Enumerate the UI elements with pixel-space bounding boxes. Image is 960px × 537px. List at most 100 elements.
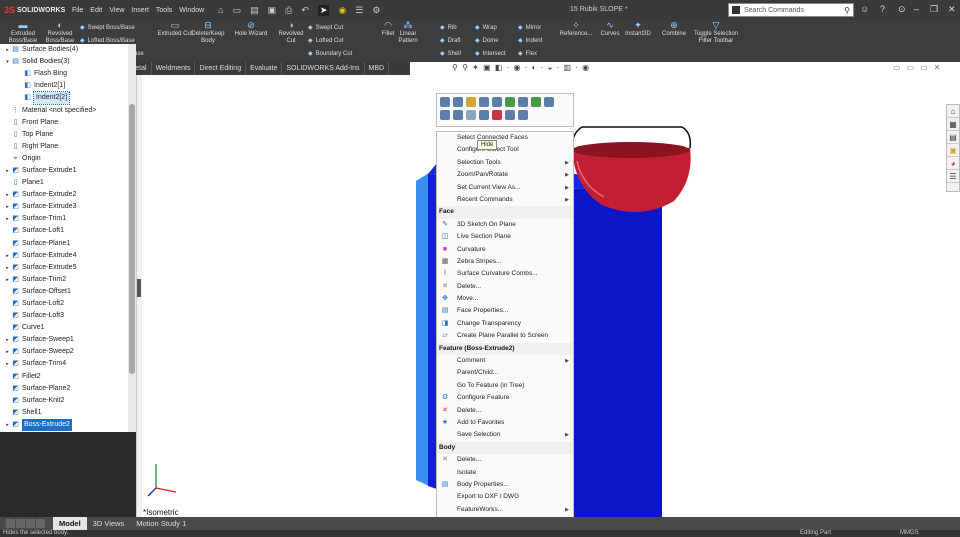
material-icon[interactable] <box>518 110 528 120</box>
context-menu-item[interactable]: Parent/Child... <box>437 367 573 379</box>
body-left-face[interactable] <box>416 173 429 486</box>
menu-insert[interactable]: Insert <box>131 7 149 14</box>
save-icon[interactable]: ▣ <box>268 5 277 16</box>
context-menu-item[interactable]: FeatureWorks... ▶ <box>437 504 573 516</box>
context-menu-item[interactable]: ◫ Live Section Plane <box>437 231 573 243</box>
menu-edit[interactable]: Edit <box>90 7 102 14</box>
search-commands[interactable]: Search Commands ⚲ <box>728 3 854 17</box>
ribbon-button-3[interactable]: ⊟ Delete/Keep Body <box>190 21 226 45</box>
ribbon-small-button-6[interactable]: ◆ Rib <box>440 24 457 31</box>
cm-tab-8[interactable]: MBD <box>365 62 390 75</box>
select-other-icon[interactable] <box>466 97 476 107</box>
context-menu-item[interactable]: ✕ Delete... <box>437 281 573 293</box>
open-icon[interactable]: ▤ <box>250 5 259 16</box>
tree-node[interactable]: ◩ Surface-Offset1 <box>0 286 128 298</box>
section-view-icon[interactable] <box>453 110 463 120</box>
tree-node[interactable]: ◩ Surface-Loft1 <box>0 225 128 237</box>
tree-expand-arrow[interactable]: ▸ <box>4 274 11 286</box>
menu-window[interactable]: Window <box>179 7 204 14</box>
view-orientation-icon[interactable] <box>544 97 554 107</box>
restore-icon[interactable]: ❐ <box>930 4 938 15</box>
tree-expand-arrow[interactable]: ▸ <box>4 346 11 358</box>
tree-node[interactable]: ▯ Front Plane <box>0 117 128 129</box>
options-icon[interactable]: ⚙ <box>372 5 380 16</box>
tree-node[interactable]: ◩ Surface-Loft3 <box>0 310 128 322</box>
context-menu-item[interactable]: ✕ Delete... <box>437 454 573 466</box>
tree-node[interactable]: ▸ ◩ Surface-Extrude1 <box>0 165 128 177</box>
tree-expand-arrow[interactable]: ▸ <box>4 419 11 431</box>
view-palette-icon[interactable]: ▣ <box>947 144 959 157</box>
normal-to-icon[interactable] <box>492 97 502 107</box>
tree-expand-arrow[interactable]: ▸ <box>4 250 11 262</box>
context-menu-item[interactable]: Save Selection ▶ <box>437 429 573 441</box>
tree-node[interactable]: ▯ Plane1 <box>0 177 128 189</box>
design-library-icon[interactable]: ▦ <box>947 118 959 131</box>
ribbon-button-7[interactable]: ⁂ Linear Pattern <box>390 21 426 45</box>
context-menu-item[interactable]: ▦ Zebra Stripes... <box>437 256 573 268</box>
tree-scroll-thumb[interactable] <box>129 104 135 374</box>
context-menu-item[interactable]: Select Connected Faces <box>437 132 573 144</box>
body-right-face[interactable] <box>570 185 662 535</box>
measure-icon[interactable] <box>492 110 502 120</box>
appearances-icon[interactable]: ◕ <box>947 157 959 170</box>
tab-prev-icon[interactable] <box>16 519 25 528</box>
menu-view[interactable]: View <box>109 7 124 14</box>
ribbon-button-4[interactable]: ⊘ Hole Wizard <box>233 21 269 38</box>
tree-node[interactable]: ▸ ◩ Surface-Trim4 <box>0 358 128 370</box>
tree-node[interactable]: ▸ ◩ Surface-Extrude2 <box>0 189 128 201</box>
tree-node[interactable]: ▸ ◩ Surface-Sweep1 <box>0 334 128 346</box>
select-icon[interactable]: ➤ <box>317 4 330 16</box>
undo-icon[interactable]: ↶ <box>301 5 309 16</box>
tree-node[interactable]: ◩ Surface-Plane1 <box>0 238 128 250</box>
tab-next-icon[interactable] <box>26 519 35 528</box>
zoom-selection-icon[interactable] <box>518 97 528 107</box>
tree-node[interactable]: ◩ Curve1 <box>0 322 128 334</box>
context-menu-item[interactable]: Recent Commands ▶ <box>437 194 573 206</box>
tree-scrollbar[interactable] <box>128 44 136 432</box>
ribbon-button-8[interactable]: ✧ Reference... <box>558 21 594 38</box>
close-icon[interactable]: ✕ <box>948 4 956 15</box>
tree-expand-arrow[interactable]: ▸ <box>4 165 11 177</box>
context-menu-item[interactable]: ✎ 3D Sketch On Plane <box>437 219 573 231</box>
print-icon[interactable]: ⎙ <box>285 5 292 16</box>
rebuild-icon[interactable]: ◉ <box>338 5 346 16</box>
file-properties-icon[interactable]: ☰ <box>355 5 363 16</box>
tree-node[interactable]: ▸ ◩ Boss-Extrude2 <box>0 418 128 431</box>
display-style-icon[interactable] <box>505 110 515 120</box>
custom-properties-icon[interactable]: ☰ <box>947 170 959 183</box>
solidworks-logo[interactable]: 3S SOLIDWORKS <box>0 5 65 15</box>
ribbon-button-11[interactable]: ⊕ Combine <box>656 21 692 38</box>
context-menu-item[interactable]: ◨ Change Transparency <box>437 318 573 330</box>
tree-node[interactable]: ◩ Surface-Plane2 <box>0 383 128 395</box>
tree-node[interactable]: ◧ Indent2[1] <box>0 80 128 92</box>
context-menu-item[interactable]: ⌇ Surface Curvature Combs... <box>437 268 573 280</box>
tree-expand-arrow[interactable]: ▾ <box>4 56 11 68</box>
edit-feature-icon[interactable] <box>440 97 450 107</box>
tree-expand-arrow[interactable]: ▸ <box>4 189 11 201</box>
ribbon-button-12[interactable]: ▽ Toggle Selection Filter Toolbar <box>690 21 742 45</box>
status-units[interactable]: MMGS <box>900 530 919 537</box>
tree-node[interactable]: ◩ Shell1 <box>0 407 128 419</box>
cm-tab-5[interactable]: Direct Editing <box>195 62 247 75</box>
tree-node[interactable]: ⌖ Origin <box>0 153 128 165</box>
menu-file[interactable]: File <box>72 7 83 14</box>
splitter-grip[interactable] <box>137 279 141 297</box>
tree-expand-arrow[interactable]: ▸ <box>4 262 11 274</box>
edit-sketch-icon[interactable] <box>453 97 463 107</box>
ribbon-small-button-4[interactable]: ◆ Lofted Cut <box>308 37 343 44</box>
tree-node[interactable]: ▸ ◩ Surface-Extrude5 <box>0 262 128 274</box>
ribbon-small-button-0[interactable]: ◆ Swept Boss/Base <box>80 24 135 31</box>
tree-node[interactable]: ◧ Flash Bing <box>0 68 128 80</box>
tree-node[interactable]: ▾ ▤ Solid Bodies(3) <box>0 56 128 68</box>
tree-node[interactable]: ◩ Surface-Knit2 <box>0 395 128 407</box>
appearance-icon[interactable] <box>505 97 515 107</box>
tree-node[interactable]: ▯ Right Plane <box>0 141 128 153</box>
context-menu-item[interactable]: ★ Add to Favorites <box>437 417 573 429</box>
minimize-icon[interactable]: – <box>914 4 919 14</box>
context-menu-item[interactable]: Comment ▶ <box>437 355 573 367</box>
tree-node[interactable]: ◩ Fillet2 <box>0 371 128 383</box>
new-icon[interactable]: ▭ <box>233 5 242 16</box>
bottom-tab-2[interactable]: Motion Study 1 <box>130 517 192 530</box>
ribbon-small-button-11[interactable]: ◆ Intersect <box>475 50 506 57</box>
ribbon-small-button-9[interactable]: ◆ Wrap <box>475 24 497 31</box>
